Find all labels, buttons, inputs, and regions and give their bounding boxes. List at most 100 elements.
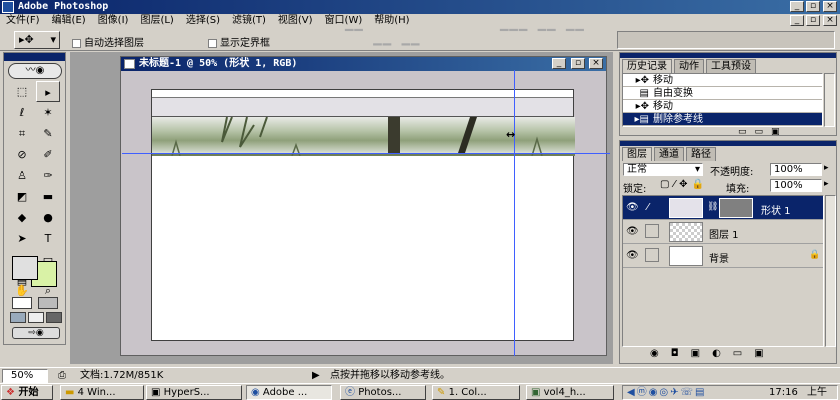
- task-button[interactable]: ⓔ Photos...: [340, 385, 426, 400]
- screen-mode-standard[interactable]: [10, 312, 26, 323]
- link-slot[interactable]: [645, 224, 659, 238]
- magic-wand-tool-icon[interactable]: ✶: [36, 102, 60, 123]
- status-arrow-icon[interactable]: ▶: [312, 368, 320, 384]
- blur-tool-icon[interactable]: ◆: [10, 207, 34, 228]
- healing-brush-tool-icon[interactable]: ⊘: [10, 144, 34, 165]
- restore-button[interactable]: ▫: [806, 1, 820, 12]
- layer-row-selected[interactable]: 👁 ⁄ ⛓ 形状 1: [623, 196, 823, 220]
- layers-scrollbar[interactable]: [825, 195, 836, 347]
- screen-mode-full-menu[interactable]: [28, 312, 44, 323]
- lasso-tool-icon[interactable]: ℓ: [10, 102, 34, 123]
- eye-icon[interactable]: 👁: [626, 250, 639, 261]
- eraser-tool-icon[interactable]: ◩: [10, 186, 34, 207]
- task-button[interactable]: ✎ 1. Col...: [432, 385, 520, 400]
- menu-image[interactable]: 图像(I): [92, 14, 135, 28]
- type-tool-icon[interactable]: T: [36, 228, 60, 249]
- path-selection-tool-icon[interactable]: ➤: [10, 228, 34, 249]
- fill-arrow-icon[interactable]: ▸: [824, 179, 829, 189]
- menu-layer[interactable]: 图层(L): [134, 14, 179, 28]
- move-tool-icon[interactable]: ▸: [36, 81, 60, 102]
- lock-buttons[interactable]: ▢⁄✥🔒: [660, 179, 708, 190]
- horizontal-guide[interactable]: [122, 153, 610, 154]
- crop-tool-icon[interactable]: ⌗: [10, 123, 34, 144]
- history-item[interactable]: ▸✥ 移动: [623, 74, 822, 87]
- menu-bar: 文件(F) 编辑(E) 图像(I) 图层(L) 选择(S) 滤镜(T) 视图(V) 窗口(W)…: [0, 14, 840, 28]
- fill-field[interactable]: 100%: [770, 179, 822, 192]
- opacity-value: 100%: [774, 164, 803, 175]
- menu-view[interactable]: 视图(V): [272, 14, 319, 28]
- blend-mode-select[interactable]: 正常 ▾: [623, 163, 703, 176]
- minimize-button[interactable]: _: [790, 1, 804, 12]
- history-item[interactable]: ▤ 自由变换: [623, 87, 822, 100]
- show-bounds-option[interactable]: 显示定界框: [208, 34, 270, 49]
- layers-bottom-buttons[interactable]: ◉◘▣◐▭▣: [650, 348, 776, 359]
- history-bottom-buttons[interactable]: ▭▭▣: [738, 127, 788, 137]
- tray-icons[interactable]: ◀ⓜ◉◎✈☏▤: [627, 387, 706, 398]
- marquee-tool-icon[interactable]: ⬚: [10, 81, 34, 102]
- layer-row[interactable]: 👁 背景 🔒: [623, 244, 823, 268]
- brush-tool-icon[interactable]: ✐: [36, 144, 60, 165]
- tool-preset-picker[interactable]: ▸✥ ▾: [14, 31, 60, 49]
- adobe-online-icon[interactable]: 〰◉: [8, 63, 62, 79]
- show-bounds-label: 显示定界框: [220, 38, 270, 49]
- history-brush-tool-icon[interactable]: ✑: [36, 165, 60, 186]
- history-item-selected[interactable]: ▸▤ 删除参考线: [623, 113, 822, 126]
- layer-row[interactable]: 👁 图层 1: [623, 220, 823, 244]
- screen-mode-full[interactable]: [46, 312, 62, 323]
- move-tool-icon: ▸✥: [635, 75, 649, 86]
- task-label: vol4_h...: [543, 387, 586, 398]
- task-button[interactable]: ▬ 4 Win...: [60, 385, 144, 400]
- link-slot[interactable]: [645, 248, 659, 262]
- history-scrollbar[interactable]: [824, 73, 835, 127]
- tab-history[interactable]: 历史记录: [622, 59, 672, 73]
- brush-link-icon[interactable]: ⁄: [647, 202, 649, 213]
- clone-stamp-tool-icon[interactable]: ♙: [10, 165, 34, 186]
- canvas[interactable]: [151, 89, 575, 341]
- tab-paths[interactable]: 路径: [686, 147, 716, 161]
- opacity-field[interactable]: 100%: [770, 163, 822, 176]
- tab-tool-presets[interactable]: 工具预设: [706, 59, 756, 73]
- dodge-tool-icon[interactable]: ●: [36, 207, 60, 228]
- doc-info[interactable]: 文档:1.72M/851K: [80, 368, 163, 384]
- task-button[interactable]: ▣ vol4_h...: [526, 385, 614, 400]
- jump-to-imageready-icon[interactable]: ⇨◉: [12, 327, 60, 339]
- menu-window[interactable]: 窗口(W): [319, 14, 369, 28]
- task-button[interactable]: ▣ HyperS...: [146, 385, 242, 400]
- menu-edit[interactable]: 编辑(E): [46, 14, 92, 28]
- menu-help[interactable]: 帮助(H): [368, 14, 415, 28]
- opacity-arrow-icon[interactable]: ▸: [824, 163, 829, 173]
- start-button[interactable]: ❖ 开始: [1, 385, 53, 400]
- task-label: HyperS...: [163, 387, 210, 398]
- auto-select-option[interactable]: 自动选择图层: [72, 34, 144, 49]
- document-maximize-button[interactable]: ▫: [571, 58, 585, 69]
- layers-list: 👁 ⁄ ⛓ 形状 1 👁 图层 1 👁 背景 🔒: [622, 195, 824, 347]
- document-minimize-button[interactable]: _: [552, 58, 566, 69]
- menu-file[interactable]: 文件(F): [0, 14, 46, 28]
- eye-icon[interactable]: 👁: [626, 226, 639, 237]
- tab-channels[interactable]: 通道: [654, 147, 684, 161]
- menu-filter[interactable]: 滤镜(T): [226, 14, 272, 28]
- doc-close-button[interactable]: ×: [823, 15, 837, 26]
- history-item[interactable]: ▸✥ 移动: [623, 100, 822, 113]
- gradient-tool-icon[interactable]: ▬: [36, 186, 60, 207]
- menu-select[interactable]: 选择(S): [180, 14, 226, 28]
- standard-mode-button[interactable]: [12, 297, 32, 309]
- toolbox-title: [4, 53, 65, 61]
- close-button[interactable]: ×: [823, 1, 837, 12]
- foreground-color-swatch[interactable]: [12, 256, 38, 280]
- slice-tool-icon[interactable]: ✎: [36, 123, 60, 144]
- vertical-guide[interactable]: [514, 70, 515, 356]
- task-button-active[interactable]: ◉ Adobe ...: [246, 385, 332, 400]
- doc-minimize-button[interactable]: _: [790, 15, 804, 26]
- zoom-field[interactable]: 50%: [2, 369, 48, 383]
- show-bounds-checkbox[interactable]: [208, 38, 217, 48]
- photoshop-app-icon[interactable]: [2, 1, 14, 13]
- doc-restore-button[interactable]: ▫: [806, 15, 820, 26]
- clock-time[interactable]: 17:16: [769, 386, 798, 399]
- eye-icon[interactable]: 👁: [626, 202, 639, 213]
- tab-layers[interactable]: 图层: [622, 147, 652, 161]
- document-close-button[interactable]: ×: [589, 58, 603, 69]
- tab-actions[interactable]: 动作: [674, 59, 704, 73]
- quick-mask-button[interactable]: [38, 297, 58, 309]
- auto-select-checkbox[interactable]: [72, 38, 81, 48]
